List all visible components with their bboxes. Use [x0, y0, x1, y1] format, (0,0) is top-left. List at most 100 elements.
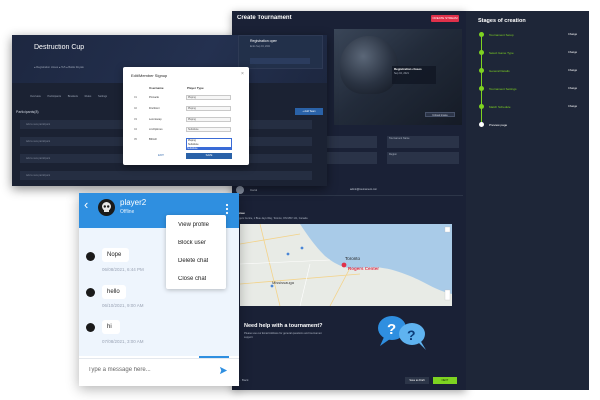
stage-label: Preview page — [489, 123, 508, 127]
player-type-select[interactable]: Playing — [186, 95, 231, 100]
menu-item-block-user[interactable]: Block user — [178, 240, 206, 246]
stage-complete-icon — [479, 86, 484, 91]
map-pin-icon[interactable] — [341, 262, 347, 268]
save-draft-button[interactable]: Save as Draft — [405, 377, 429, 384]
registration-card-sub: Ends Sep 04, 2021 — [250, 45, 271, 48]
dropdown-option-highlighted[interactable]: Substitute — [187, 147, 231, 150]
map-label-mississauga: Mississauga — [272, 280, 295, 285]
map-label-rogers: Rogers Center — [348, 266, 379, 271]
stage-complete-icon — [479, 68, 484, 73]
map-label-toronto: Toronto — [345, 256, 361, 261]
stage-label: Tournament Settings — [489, 87, 517, 91]
organizer-email: admin@tournament.com — [350, 188, 378, 191]
exit-button[interactable]: EXIT — [146, 153, 176, 159]
stage-change-link[interactable]: Change — [568, 87, 577, 90]
map-pin-icon — [270, 284, 274, 288]
more-vertical-icon[interactable] — [225, 203, 229, 215]
page-title: Create Tournament — [237, 15, 292, 21]
tournament-tabs[interactable]: Overview Participants Brackets Rules Set… — [30, 95, 107, 98]
member-signup-modal — [123, 67, 249, 165]
stage-change-link[interactable]: Change — [568, 51, 577, 54]
stage-current-icon — [479, 122, 484, 127]
registration-card-date: Sep 04, 2021 — [394, 72, 409, 75]
modal-title: Edit/Member Signup — [131, 73, 168, 78]
venue-address: Rogers Centre, 1 Blue Jays Way, Toronto,… — [236, 217, 308, 220]
chat-status: Offline — [120, 209, 135, 215]
column-header-username: Username — [149, 86, 164, 90]
stage-complete-icon — [479, 104, 484, 109]
stage-change-link[interactable]: Change — [568, 33, 577, 36]
chat-username: player2 — [120, 198, 147, 207]
dropdown-option[interactable]: Playing — [188, 139, 196, 142]
menu-item-view-profile[interactable]: View profile — [178, 222, 209, 228]
stage-label: General Details — [489, 69, 510, 73]
participants-heading: Participants(8) — [16, 110, 39, 114]
region-field[interactable]: Region — [387, 152, 459, 164]
map-graphic[interactable]: Toronto Rogers Center Mississauga — [240, 224, 452, 306]
stage-change-link[interactable]: Change — [568, 69, 577, 72]
row-number: 02 — [134, 107, 137, 110]
menu-item-delete-chat[interactable]: Delete chat — [178, 258, 208, 264]
player-type-select[interactable]: Playing — [186, 106, 231, 111]
close-icon[interactable]: × — [241, 71, 244, 77]
registration-card-title: Registration open — [250, 39, 278, 43]
message-time: 07/08/2021, 3:00 AM — [102, 339, 144, 344]
stages-progress-line — [481, 34, 482, 124]
tournament-meta: ● Registration closes ● 5v5 ● Battle Roy… — [34, 66, 84, 69]
next-button[interactable]: NEXT — [433, 377, 457, 384]
help-text: Please use our Email Address for general… — [244, 332, 323, 335]
zoom-control[interactable] — [444, 289, 451, 301]
fullscreen-icon[interactable] — [444, 226, 451, 233]
tournament-name-field[interactable]: Tournament Name — [387, 136, 459, 148]
stage-complete-icon — [479, 50, 484, 55]
message-time: 06/08/2021, 6:44 PM — [102, 267, 144, 272]
tournament-title: Destruction Cup — [34, 44, 85, 51]
upload-image-button[interactable]: Upload image — [425, 112, 455, 117]
registration-card-title: Registration closes — [394, 67, 422, 71]
field-label: Region — [389, 153, 397, 156]
participant-row[interactable]: Add a new participant — [20, 171, 312, 180]
message-bubble: hi — [102, 320, 120, 334]
message-time: 06/10/2021, 9:00 AM — [102, 303, 144, 308]
stages-title: Stages of creation — [478, 18, 526, 24]
register-button[interactable] — [250, 58, 310, 64]
create-stream-button[interactable]: CREATE STREAM — [431, 15, 459, 22]
svg-text:?: ? — [387, 321, 396, 338]
help-text-2: support — [244, 336, 253, 339]
member-username: Pinnacle — [149, 96, 159, 99]
player-type-select[interactable]: Substitute — [186, 127, 231, 132]
message-bubble: hello — [102, 285, 126, 299]
avatar — [98, 199, 115, 216]
column-header-type: Player Type — [187, 86, 204, 90]
member-username: Lemniscap — [149, 118, 162, 121]
organizer-name: Carol — [250, 188, 258, 192]
member-username: xxxOptimus — [149, 128, 163, 131]
avatar — [86, 288, 95, 297]
participant-row-text: Add a new participant — [26, 174, 51, 177]
stage-change-link[interactable]: Change — [568, 105, 577, 108]
message-bubble: Nope — [102, 248, 129, 262]
dropdown-option[interactable]: Substitute — [188, 143, 199, 146]
message-input[interactable] — [88, 364, 208, 376]
row-number: 03 — [134, 118, 137, 121]
question-marks-icon: ? ? — [378, 316, 426, 350]
map-pin-icon — [300, 246, 304, 250]
add-team-button[interactable]: + Add Team — [295, 108, 323, 115]
helmet-artwork — [340, 36, 398, 94]
svg-text:?: ? — [407, 327, 416, 343]
back-button[interactable]: ← Back — [238, 378, 249, 382]
player-type-select[interactable]: Playing — [186, 117, 231, 122]
stage-label: Tournament Setup — [489, 33, 514, 37]
help-title: Need help with a tournament? — [244, 323, 323, 329]
stages-panel — [466, 11, 589, 390]
row-number: 01 — [134, 96, 137, 99]
menu-item-close-chat[interactable]: Close chat — [178, 276, 206, 282]
avatar — [86, 252, 95, 261]
row-number: 05 — [134, 138, 137, 141]
back-arrow-icon[interactable]: ‹ — [84, 198, 88, 212]
avatar — [86, 323, 95, 332]
send-icon[interactable] — [219, 366, 228, 375]
stage-label: Match Schedule — [489, 105, 511, 109]
skull-icon — [102, 202, 111, 212]
save-button[interactable]: SAVE — [186, 153, 232, 159]
